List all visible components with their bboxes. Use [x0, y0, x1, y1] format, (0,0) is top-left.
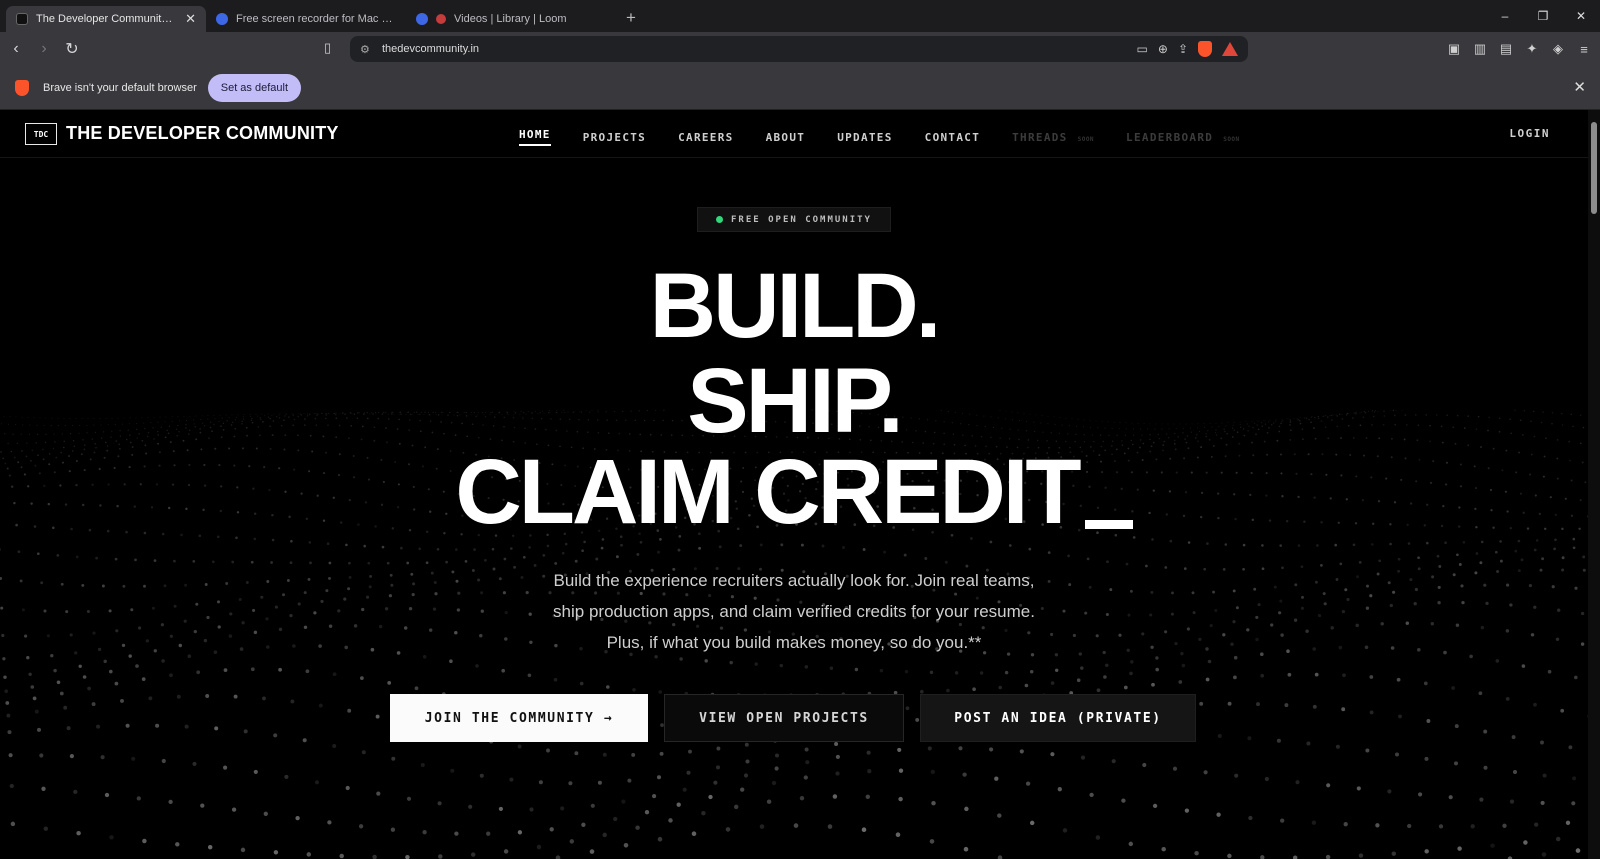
- share-icon[interactable]: ⇪: [1178, 42, 1188, 56]
- close-infobar-icon[interactable]: ✕: [1573, 78, 1586, 96]
- nav-about[interactable]: ABOUT: [766, 131, 806, 144]
- site-favicon-icon: [16, 13, 28, 25]
- nav-careers[interactable]: CAREERS: [678, 131, 733, 144]
- soon-tag: SOON: [1223, 135, 1240, 143]
- hero-claim-text: CLAIM CREDIT: [455, 441, 1081, 543]
- tab-title: The Developer Community — Br: [36, 13, 177, 25]
- logo-text[interactable]: THE DEVELOPER COMMUNITY: [66, 123, 339, 144]
- minimize-button[interactable]: –: [1486, 9, 1524, 23]
- tab-screen-recorder[interactable]: Free screen recorder for Mac and PC: [206, 6, 406, 32]
- nav-threads-label: THREADS: [1012, 130, 1068, 144]
- page-scrollbar[interactable]: [1588, 110, 1600, 859]
- bookmark-icon[interactable]: ▯: [324, 40, 331, 56]
- menu-icon[interactable]: ≡: [1576, 42, 1592, 57]
- page-viewport: TDC THE DEVELOPER COMMUNITY HOME PROJECT…: [0, 110, 1588, 859]
- zoom-icon[interactable]: ⊕: [1158, 42, 1168, 56]
- recording-icon: [436, 14, 446, 24]
- tab-title: Free screen recorder for Mac and PC: [236, 13, 396, 25]
- browser-toolbar: ‹ › ↻ ▯ ⚙ thedevcommunity.in ▭ ⊕ ⇪ ▣ ▥ ▤…: [0, 32, 1600, 66]
- subtitle-line: Build the experience recruiters actually…: [553, 571, 1035, 590]
- blinking-cursor: [1084, 520, 1133, 529]
- reload-icon[interactable]: ↻: [60, 39, 84, 59]
- browser-tab-strip: The Developer Community — Br ✕ Free scre…: [0, 0, 1600, 32]
- cast-icon[interactable]: ▭: [1137, 42, 1148, 56]
- set-as-default-button[interactable]: Set as default: [207, 73, 302, 102]
- url-text[interactable]: thedevcommunity.in: [382, 43, 479, 55]
- brave-rewards-icon[interactable]: [1222, 42, 1238, 56]
- hero-line-claim: CLAIM CREDIT: [0, 446, 1588, 538]
- post-idea-button[interactable]: POST AN IDEA (PRIVATE): [920, 694, 1196, 742]
- main-nav: HOME PROJECTS CAREERS ABOUT UPDATES CONT…: [519, 128, 1272, 146]
- close-tab-icon[interactable]: ✕: [185, 11, 196, 27]
- sidebar-icon[interactable]: ▥: [1472, 41, 1488, 57]
- soon-tag: SOON: [1077, 135, 1095, 143]
- scrollbar-thumb[interactable]: [1591, 122, 1597, 214]
- badge-text: FREE OPEN COMMUNITY: [731, 214, 872, 225]
- tab-loom-library[interactable]: Videos | Library | Loom: [406, 6, 606, 32]
- view-open-projects-button[interactable]: VIEW OPEN PROJECTS: [664, 694, 904, 742]
- hero-line-ship: SHIP.: [687, 350, 903, 452]
- nav-threads: THREADS SOON: [1012, 131, 1094, 144]
- nav-updates[interactable]: UPDATES: [837, 131, 892, 144]
- brave-logo-icon: [15, 79, 29, 96]
- tab-title: Videos | Library | Loom: [454, 13, 567, 25]
- maximize-button[interactable]: ❐: [1524, 9, 1562, 23]
- subtitle-line: Plus, if what you build makes money, so …: [606, 633, 982, 652]
- nav-leaderboard: LEADERBOARD SOON: [1126, 131, 1240, 144]
- site-settings-icon[interactable]: ⚙: [360, 43, 378, 56]
- close-window-button[interactable]: ✕: [1562, 9, 1600, 23]
- join-community-button[interactable]: JOIN THE COMMUNITY →: [390, 694, 648, 742]
- infobar-message: Brave isn't your default browser: [43, 81, 197, 94]
- hero-line-build: BUILD.: [649, 255, 942, 357]
- leo-ai-icon[interactable]: ✦: [1524, 41, 1540, 57]
- nav-contact[interactable]: CONTACT: [925, 131, 980, 144]
- back-icon[interactable]: ‹: [4, 40, 28, 58]
- nav-projects[interactable]: PROJECTS: [583, 131, 646, 144]
- wallet-icon[interactable]: ▤: [1498, 41, 1514, 57]
- subtitle-line: ship production apps, and claim verified…: [553, 602, 1035, 621]
- nav-home[interactable]: HOME: [519, 128, 551, 146]
- new-tab-button[interactable]: +: [626, 8, 636, 28]
- extensions-icon[interactable]: ▣: [1446, 41, 1462, 57]
- address-bar[interactable]: ⚙ thedevcommunity.in ▭ ⊕ ⇪: [350, 36, 1248, 62]
- site-header: TDC THE DEVELOPER COMMUNITY HOME PROJECT…: [0, 110, 1588, 158]
- nav-leaderboard-label: LEADERBOARD: [1126, 130, 1214, 144]
- login-link[interactable]: LOGIN: [1509, 127, 1550, 140]
- tab-developer-community[interactable]: The Developer Community — Br ✕: [6, 6, 206, 32]
- community-badge: FREE OPEN COMMUNITY: [697, 207, 891, 232]
- default-browser-infobar: Brave isn't your default browser Set as …: [0, 66, 1600, 110]
- forward-icon[interactable]: ›: [32, 40, 56, 58]
- brave-shields-icon[interactable]: [1198, 41, 1212, 57]
- logo-mark[interactable]: TDC: [25, 123, 57, 145]
- window-controls: – ❐ ✕: [1486, 0, 1600, 32]
- vpn-icon[interactable]: ◈: [1550, 41, 1566, 57]
- loom-favicon-icon: [216, 13, 228, 25]
- loom-favicon-icon: [416, 13, 428, 25]
- status-dot-icon: [716, 216, 724, 223]
- hero-subtitle: Build the experience recruiters actually…: [0, 565, 1588, 658]
